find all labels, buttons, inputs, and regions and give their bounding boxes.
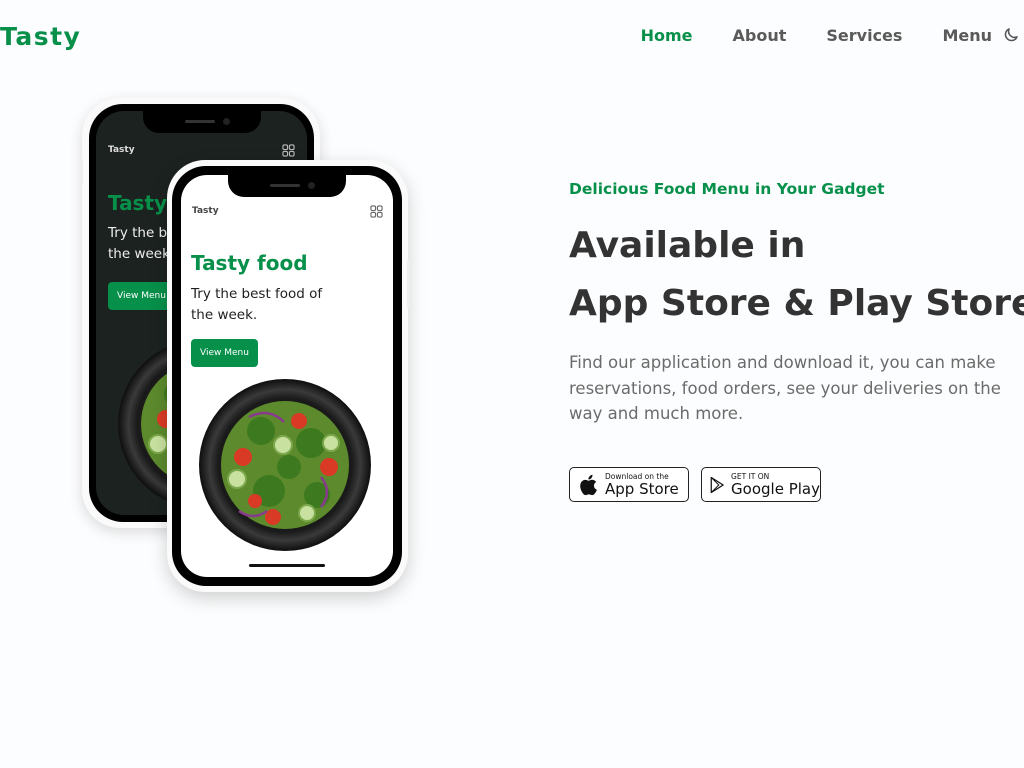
grid-icon bbox=[282, 144, 295, 157]
app-store-button[interactable]: Download on the App Store bbox=[569, 467, 689, 502]
phone-frame: Tasty Tasty food Try the best food ofthe… bbox=[172, 166, 402, 586]
app-name: Tasty bbox=[108, 145, 135, 155]
nav-services[interactable]: Services bbox=[826, 26, 902, 45]
app-title: Tasty food bbox=[191, 251, 308, 275]
app-subtitle: Try the best food ofthe week. bbox=[191, 286, 323, 323]
play-store-icon bbox=[710, 476, 724, 493]
google-play-label: Google Play bbox=[731, 479, 820, 498]
hero-subtitle: Delicious Food Menu in Your Gadget bbox=[569, 180, 885, 198]
apple-icon bbox=[580, 474, 597, 495]
phone-side-button bbox=[80, 158, 83, 184]
phone-notch bbox=[228, 175, 346, 197]
nav-about[interactable]: About bbox=[733, 26, 787, 45]
grid-icon bbox=[370, 205, 383, 218]
home-indicator bbox=[249, 564, 325, 567]
phone-screen: Tasty Tasty food Try the best food ofthe… bbox=[181, 175, 393, 577]
app-store-label: App Store bbox=[605, 479, 679, 498]
hero-headline: Available in App Store & Play Store bbox=[569, 225, 1024, 324]
view-menu-button: View Menu bbox=[108, 282, 175, 310]
salad-image bbox=[199, 379, 371, 551]
view-menu-button: View Menu bbox=[191, 339, 258, 367]
hero-description: Find our application and download it, yo… bbox=[569, 353, 1001, 423]
app-name: Tasty bbox=[192, 206, 219, 216]
nav-home[interactable]: Home bbox=[641, 26, 693, 45]
google-play-button[interactable]: GET IT ON Google Play bbox=[701, 467, 821, 502]
nav-menu[interactable]: Menu bbox=[942, 26, 992, 45]
phone-side-button bbox=[407, 260, 410, 308]
moon-icon[interactable] bbox=[1002, 26, 1020, 44]
logo[interactable]: Tasty bbox=[0, 22, 81, 51]
phone-mockup-front: Tasty Tasty food Try the best food of the… bbox=[167, 160, 410, 592]
main-nav: Home About Services Menu bbox=[641, 26, 992, 45]
phone-notch bbox=[142, 111, 261, 133]
